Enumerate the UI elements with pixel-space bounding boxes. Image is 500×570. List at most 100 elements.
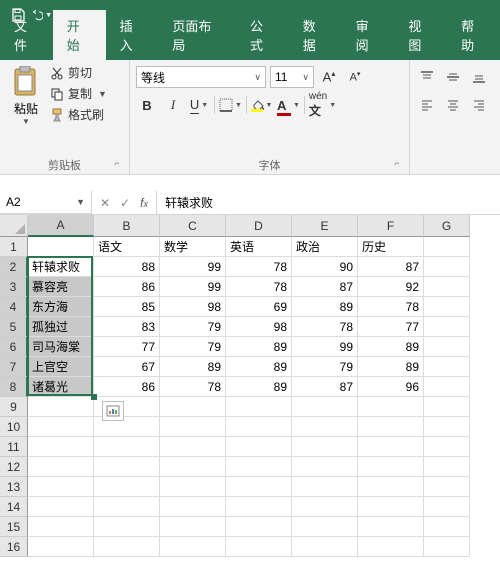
- cell[interactable]: [424, 337, 470, 357]
- cell[interactable]: [358, 497, 424, 517]
- row-header[interactable]: 11: [0, 437, 28, 457]
- enter-formula-button[interactable]: ✓: [120, 196, 130, 210]
- cell[interactable]: [28, 397, 94, 417]
- cell[interactable]: [424, 417, 470, 437]
- cell[interactable]: [358, 477, 424, 497]
- cell[interactable]: 87: [292, 377, 358, 397]
- bold-button[interactable]: B: [136, 94, 158, 116]
- cell[interactable]: [358, 437, 424, 457]
- tab-home[interactable]: 开始: [53, 10, 106, 60]
- format-painter-button[interactable]: 格式刷: [50, 106, 107, 123]
- cell[interactable]: 89: [358, 357, 424, 377]
- cell[interactable]: [226, 537, 292, 557]
- cell[interactable]: 87: [292, 277, 358, 297]
- row-header[interactable]: 4: [0, 297, 28, 317]
- cell[interactable]: 88: [94, 257, 160, 277]
- cell[interactable]: [226, 517, 292, 537]
- row-header[interactable]: 3: [0, 277, 28, 297]
- cell[interactable]: 69: [226, 297, 292, 317]
- row-header[interactable]: 7: [0, 357, 28, 377]
- cell[interactable]: [226, 477, 292, 497]
- cell[interactable]: [424, 477, 470, 497]
- cell[interactable]: [358, 397, 424, 417]
- cell[interactable]: [424, 317, 470, 337]
- cell[interactable]: [160, 437, 226, 457]
- font-size-combo[interactable]: 11∨: [270, 66, 314, 88]
- spreadsheet-grid[interactable]: 12345678910111213141516 ABCDEFG 语文数学英语政治…: [0, 215, 500, 557]
- cell[interactable]: [226, 417, 292, 437]
- cell[interactable]: 87: [358, 257, 424, 277]
- cell[interactable]: [424, 357, 470, 377]
- tab-help[interactable]: 帮助: [447, 10, 500, 60]
- cell[interactable]: 67: [94, 357, 160, 377]
- italic-button[interactable]: I: [162, 94, 184, 116]
- cell[interactable]: [160, 417, 226, 437]
- cut-button[interactable]: 剪切: [50, 64, 107, 81]
- cell[interactable]: [226, 497, 292, 517]
- cell[interactable]: [292, 437, 358, 457]
- cell[interactable]: [424, 377, 470, 397]
- cell[interactable]: 轩辕求败: [28, 257, 94, 277]
- cell[interactable]: [358, 457, 424, 477]
- cell[interactable]: [160, 497, 226, 517]
- cell[interactable]: 98: [160, 297, 226, 317]
- cell[interactable]: [160, 457, 226, 477]
- cell[interactable]: [94, 477, 160, 497]
- tab-review[interactable]: 审阅: [342, 10, 395, 60]
- cell[interactable]: [94, 517, 160, 537]
- cell[interactable]: [424, 537, 470, 557]
- cell[interactable]: 语文: [94, 237, 160, 257]
- cell[interactable]: [424, 297, 470, 317]
- cell[interactable]: [424, 257, 470, 277]
- clipboard-launcher[interactable]: ⌐: [111, 158, 123, 170]
- row-header[interactable]: 16: [0, 537, 28, 557]
- cell[interactable]: 慕容亮: [28, 277, 94, 297]
- column-header[interactable]: F: [358, 215, 424, 237]
- tab-insert[interactable]: 插入: [106, 10, 159, 60]
- cell[interactable]: [424, 277, 470, 297]
- row-header[interactable]: 15: [0, 517, 28, 537]
- tab-data[interactable]: 数据: [289, 10, 342, 60]
- cell[interactable]: 99: [160, 277, 226, 297]
- cell[interactable]: 上官空: [28, 357, 94, 377]
- cell[interactable]: 98: [226, 317, 292, 337]
- quick-analysis-button[interactable]: [102, 401, 124, 421]
- column-header[interactable]: D: [226, 215, 292, 237]
- cell[interactable]: [292, 537, 358, 557]
- cell[interactable]: 85: [94, 297, 160, 317]
- align-top-button[interactable]: [416, 66, 438, 88]
- cell[interactable]: [358, 517, 424, 537]
- select-all-corner[interactable]: [0, 215, 28, 237]
- row-header[interactable]: 6: [0, 337, 28, 357]
- row-header[interactable]: 13: [0, 477, 28, 497]
- cell[interactable]: 政治: [292, 237, 358, 257]
- column-header[interactable]: B: [94, 215, 160, 237]
- cell[interactable]: [292, 397, 358, 417]
- cell[interactable]: 86: [94, 277, 160, 297]
- cell[interactable]: 历史: [358, 237, 424, 257]
- fill-color-button[interactable]: ▼: [251, 94, 273, 116]
- cell[interactable]: [226, 457, 292, 477]
- cell[interactable]: 司马海棠: [28, 337, 94, 357]
- cell[interactable]: [292, 417, 358, 437]
- cell[interactable]: 89: [226, 337, 292, 357]
- cell[interactable]: 东方海: [28, 297, 94, 317]
- row-header[interactable]: 8: [0, 377, 28, 397]
- cell[interactable]: 89: [358, 337, 424, 357]
- cell[interactable]: [94, 497, 160, 517]
- cell[interactable]: 诸葛光: [28, 377, 94, 397]
- increase-font-button[interactable]: A▴: [318, 66, 340, 88]
- cell[interactable]: 92: [358, 277, 424, 297]
- align-left-button[interactable]: [416, 94, 438, 116]
- cell[interactable]: [424, 397, 470, 417]
- row-header[interactable]: 9: [0, 397, 28, 417]
- cell[interactable]: [292, 517, 358, 537]
- cell[interactable]: 78: [160, 377, 226, 397]
- cell[interactable]: [28, 477, 94, 497]
- border-button[interactable]: ▼: [219, 94, 242, 116]
- cell[interactable]: 89: [160, 357, 226, 377]
- align-center-button[interactable]: [442, 94, 464, 116]
- cell[interactable]: [94, 437, 160, 457]
- cell[interactable]: [160, 537, 226, 557]
- cell[interactable]: [28, 517, 94, 537]
